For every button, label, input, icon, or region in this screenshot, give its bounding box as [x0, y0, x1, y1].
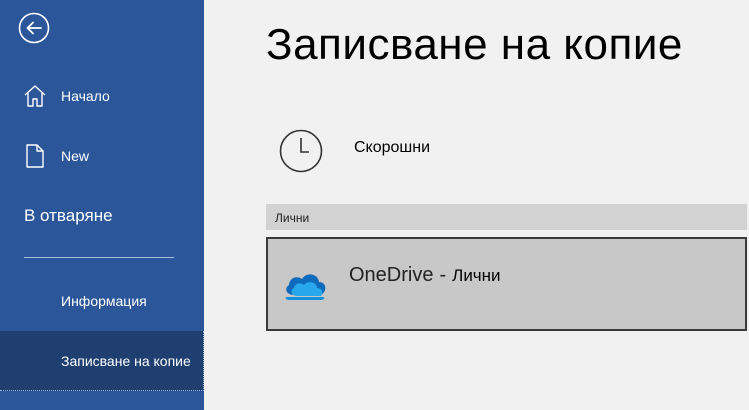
location-name: OneDrive - Лични — [349, 264, 501, 287]
sidebar-item-label: В отваряне — [24, 206, 113, 225]
recent-location[interactable]: Скорошни — [266, 116, 746, 186]
onedrive-cloud-icon — [285, 274, 326, 300]
section-header-label: Лични — [275, 211, 310, 225]
clock-icon — [279, 129, 323, 173]
location-separator: - — [439, 264, 447, 286]
sidebar-item-label: New — [61, 148, 90, 164]
location-account: Лични — [452, 266, 501, 285]
onedrive-location[interactable]: OneDrive - Лични — [266, 237, 747, 331]
sidebar-divider — [24, 257, 174, 258]
page-title: Записване на копие — [266, 20, 683, 69]
sidebar-item-new[interactable]: New — [0, 136, 204, 176]
sidebar-item-open[interactable]: В отваряне — [0, 196, 204, 236]
sidebar-item-label: Записване на копие — [61, 352, 191, 369]
home-icon — [22, 82, 48, 110]
back-button[interactable] — [18, 12, 50, 44]
sidebar-item-save-copy[interactable]: Записване на копие — [0, 331, 204, 391]
new-document-icon — [22, 142, 48, 170]
sidebar-item-label: Информация — [61, 293, 147, 309]
backstage-view: Начало New В отваряне Информация Записва… — [0, 0, 749, 410]
recent-label: Скорошни — [354, 139, 431, 156]
sidebar-item-home[interactable]: Начало — [0, 76, 204, 116]
sidebar: Начало New В отваряне Информация Записва… — [0, 0, 204, 410]
section-header: Лични — [266, 204, 747, 230]
back-arrow-icon — [18, 12, 50, 44]
sidebar-item-label: Начало — [61, 88, 110, 104]
location-service: OneDrive — [349, 264, 434, 286]
sidebar-item-info[interactable]: Информация — [0, 281, 204, 321]
